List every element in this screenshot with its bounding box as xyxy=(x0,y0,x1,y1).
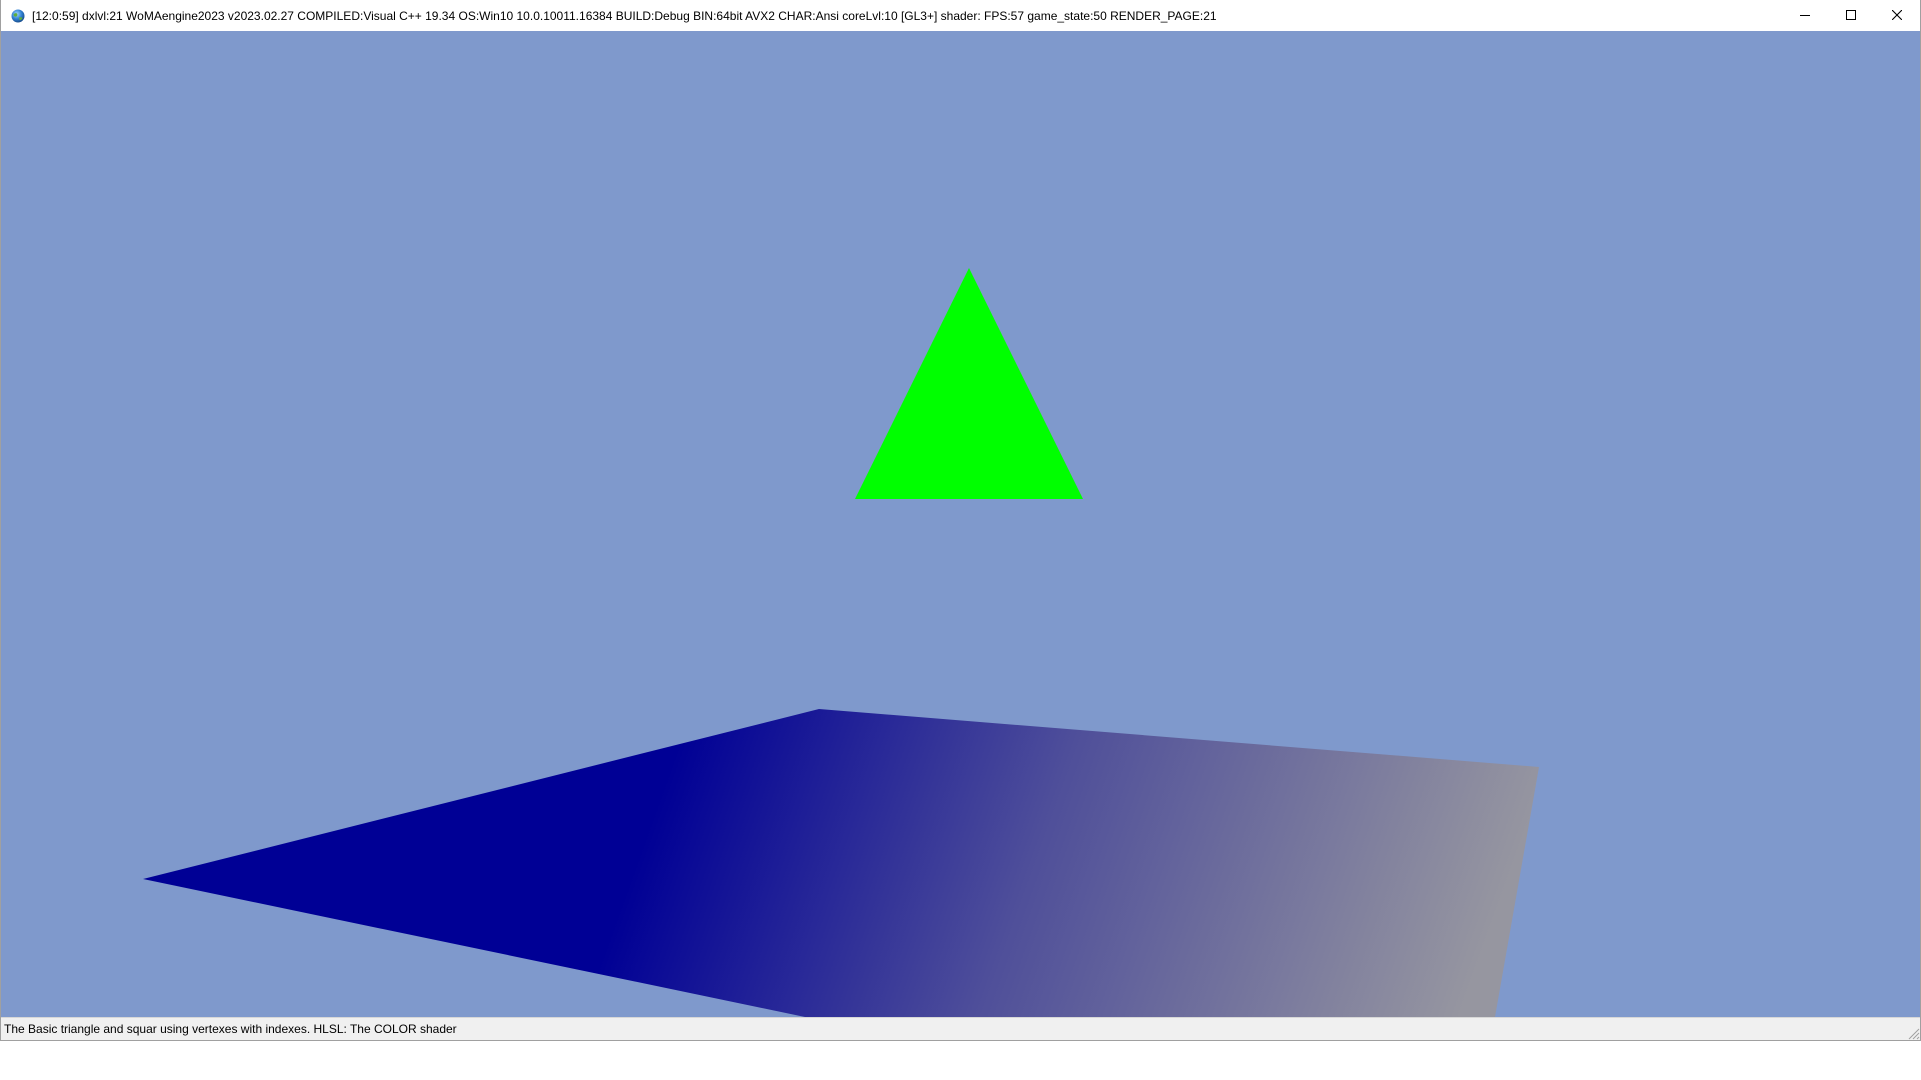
size-grip-icon[interactable] xyxy=(1906,1026,1920,1040)
caption-buttons xyxy=(1782,0,1920,31)
render-viewport[interactable] xyxy=(1,31,1920,1017)
status-text: The Basic triangle and squar using verte… xyxy=(4,1022,457,1036)
scene-canvas xyxy=(1,31,1920,1017)
window-title: [12:0:59] dxlvl:21 WoMAengine2023 v2023.… xyxy=(32,8,1217,23)
close-button[interactable] xyxy=(1874,0,1920,31)
close-icon xyxy=(1891,7,1903,25)
globe-icon xyxy=(10,8,26,24)
maximize-button[interactable] xyxy=(1828,0,1874,31)
status-bar: The Basic triangle and squar using verte… xyxy=(1,1017,1920,1040)
app-window: [12:0:59] dxlvl:21 WoMAengine2023 v2023.… xyxy=(0,0,1921,1041)
minimize-button[interactable] xyxy=(1782,0,1828,31)
maximize-icon xyxy=(1846,7,1856,25)
minimize-icon xyxy=(1800,7,1810,25)
title-bar[interactable]: [12:0:59] dxlvl:21 WoMAengine2023 v2023.… xyxy=(1,0,1920,31)
